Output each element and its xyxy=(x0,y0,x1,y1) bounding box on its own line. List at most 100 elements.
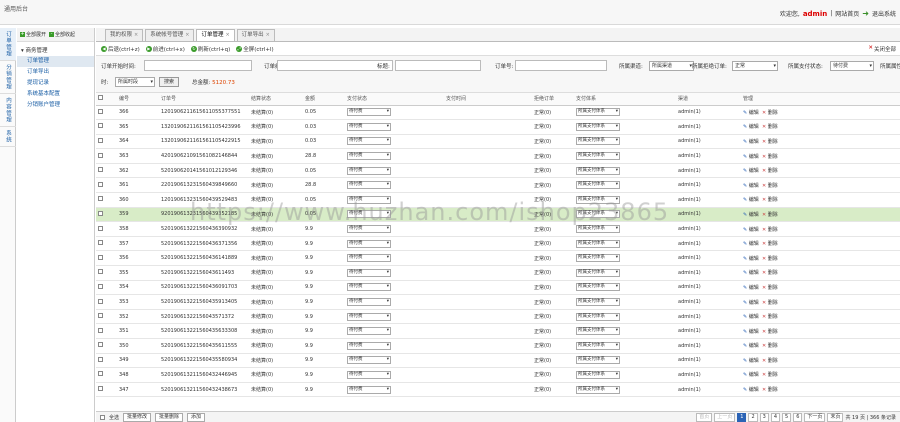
page-3[interactable]: 3 xyxy=(759,413,769,422)
edit-button[interactable]: ✎ 编辑 xyxy=(743,343,759,349)
pay-system-select[interactable]: 所属支付体系 xyxy=(576,195,620,204)
edit-button[interactable]: ✎ 编辑 xyxy=(743,358,759,364)
logout-icon[interactable]: ➜ xyxy=(862,9,869,18)
pay-system-select[interactable]: 所属支付体系 xyxy=(576,370,620,379)
edit-button[interactable]: ✎ 编辑 xyxy=(743,227,759,233)
table-row[interactable]: 348 52019061321156043244694​5 未结算(0) 9.9 待付费… xyxy=(96,367,900,383)
edit-button[interactable]: ✎ 编辑 xyxy=(743,139,759,145)
pay-system-select[interactable]: 所属支付体系 xyxy=(576,122,620,131)
table-row[interactable]: 359 92019061323156043935218​5 未结算(0) 0.05 待付… xyxy=(96,207,900,223)
batch-delete-button[interactable]: 批量删除 xyxy=(155,412,184,422)
table-row[interactable]: 364 13201906211615611054229​15 未结算(0) 0.03 待… xyxy=(96,134,900,150)
col-order-no[interactable]: 订单号 xyxy=(159,93,249,106)
pay-status-select[interactable]: 待付费 xyxy=(347,122,391,131)
table-row[interactable]: 361 22019061323156043984966​0 未结算(0) 28.8 待付… xyxy=(96,177,900,194)
pay-system-select[interactable]: 所属支付体系 xyxy=(576,181,620,190)
frozen-select[interactable]: 正常 xyxy=(732,61,778,71)
pay-system-select[interactable]: 所属支付体系 xyxy=(576,225,620,234)
pay-status-select[interactable]: 待付费 xyxy=(830,61,874,71)
refresh-button[interactable]: ↻ 刷新(ctrl+q) xyxy=(190,45,230,53)
col-settle[interactable]: 结算状态 xyxy=(249,93,303,106)
table-row[interactable]: 351 52019061322156043563330​8 未结算(0) 9.9 待付费… xyxy=(96,323,900,339)
edit-button[interactable]: ✎ 编辑 xyxy=(743,183,759,189)
pay-status-select[interactable]: 待付费 xyxy=(347,254,391,263)
table-row[interactable]: 35552019061322156043611493未结算(0)9.9待付费 正常… xyxy=(96,265,900,281)
tab-order-export[interactable]: 订单导出 × xyxy=(236,29,275,41)
time-select[interactable]: 所属时段 xyxy=(115,77,155,87)
table-row[interactable]: 350 52019061322156043561155​5 未结算(0) 9.9 待付费… xyxy=(96,338,900,354)
delete-button[interactable]: ✕ 删除 xyxy=(762,139,778,145)
delete-button[interactable]: ✕ 删除 xyxy=(762,300,778,306)
row-checkbox[interactable] xyxy=(98,123,103,129)
pay-status-select[interactable]: 待付费 xyxy=(347,108,391,117)
vtab-system[interactable]: 系统 xyxy=(0,127,16,147)
sidebar-item-order-manage[interactable]: 订单管理 xyxy=(17,56,94,67)
tab-close-icon[interactable]: × xyxy=(225,32,229,38)
pay-system-select[interactable]: 所属支付体系 xyxy=(576,312,620,321)
delete-button[interactable]: ✕ 删除 xyxy=(762,124,778,130)
pay-system-select[interactable]: 所属支付体系 xyxy=(576,137,620,146)
col-pay-status[interactable]: 支付状态 xyxy=(345,93,444,106)
edit-button[interactable]: ✎ 编辑 xyxy=(743,270,759,276)
pay-status-select[interactable]: 待付费 xyxy=(347,283,391,292)
table-row[interactable]: 360 12019061323156043952948​3 未结算(0) 0.05 待付… xyxy=(96,192,900,208)
row-checkbox[interactable] xyxy=(98,108,103,114)
delete-button[interactable]: ✕ 删除 xyxy=(762,387,778,393)
table-row[interactable]: 357 52019061322156043637135​6 未结算(0) 9.9 待付费… xyxy=(96,236,900,252)
delete-button[interactable]: ✕ 删除 xyxy=(762,183,778,189)
channel-select[interactable]: 所属渠道 xyxy=(649,61,694,71)
edit-button[interactable]: ✎ 编辑 xyxy=(743,241,759,247)
row-checkbox[interactable] xyxy=(98,254,103,260)
delete-button[interactable]: ✕ 删除 xyxy=(762,212,778,218)
page-4[interactable]: 4 xyxy=(770,413,781,422)
pay-system-select[interactable]: 所属支付体系 xyxy=(576,268,620,277)
table-row[interactable]: 347 52019061321156043243867​3 未结算(0) 9.9 待付费… xyxy=(96,382,900,398)
row-checkbox[interactable] xyxy=(98,167,103,173)
pay-status-select[interactable]: 待付费 xyxy=(347,385,391,394)
delete-button[interactable]: ✕ 删除 xyxy=(762,285,778,291)
order-end-input[interactable] xyxy=(277,60,393,71)
row-checkbox[interactable] xyxy=(98,210,103,216)
row-checkbox[interactable] xyxy=(98,342,103,348)
pay-system-select[interactable]: 所属支付体系 xyxy=(576,298,620,307)
edit-button[interactable]: ✎ 编辑 xyxy=(743,329,759,335)
pay-status-select[interactable]: 待付费 xyxy=(347,137,391,146)
site-home-link[interactable]: 网站首页 xyxy=(835,9,859,18)
back-button[interactable]: ◀ 后退(ctrl+z) xyxy=(101,45,140,53)
edit-button[interactable]: ✎ 编辑 xyxy=(743,212,759,218)
pay-status-select[interactable]: 待付费 xyxy=(347,341,391,350)
tab-my-permissions[interactable]: 我的权限 × xyxy=(105,29,144,41)
table-row[interactable]: 363 42019062109156108214684​4 未结算(0) 28.8 待付… xyxy=(96,148,900,164)
sidebar-group[interactable]: ▾ 商务管理 xyxy=(17,42,94,56)
pay-status-select[interactable]: 待付费 xyxy=(347,225,391,234)
row-checkbox[interactable] xyxy=(98,386,103,392)
last-page-button[interactable]: 末页 xyxy=(827,413,844,422)
table-row[interactable]: 358 52019061322156043639093​2 未结算(0) 9.9 待付费… xyxy=(96,221,900,237)
row-checkbox[interactable] xyxy=(98,137,103,143)
pay-system-select[interactable]: 所属支付体系 xyxy=(576,210,620,219)
edit-button[interactable]: ✎ 编辑 xyxy=(743,285,759,291)
delete-button[interactable]: ✕ 删除 xyxy=(762,110,778,116)
delete-button[interactable]: ✕ 删除 xyxy=(762,343,778,349)
page-1[interactable]: 1 xyxy=(737,413,747,422)
table-row[interactable]: 353 52019061322156043591340​5 未结算(0) 9.9 待付费… xyxy=(96,294,900,310)
edit-button[interactable]: ✎ 编辑 xyxy=(743,168,759,174)
pay-status-select[interactable]: 待付费 xyxy=(347,268,391,277)
pay-status-select[interactable]: 待付费 xyxy=(347,210,391,219)
col-pay-time[interactable]: 支付时间 xyxy=(444,93,532,106)
table-row[interactable]: 362 52019062014156101212934​6 未结算(0) 0.05 待付… xyxy=(96,163,900,179)
edit-button[interactable]: ✎ 编辑 xyxy=(743,256,759,262)
delete-button[interactable]: ✕ 删除 xyxy=(762,227,778,233)
delete-button[interactable]: ✕ 删除 xyxy=(762,372,778,378)
row-checkbox[interactable] xyxy=(98,196,103,202)
pay-system-select[interactable]: 所属支付体系 xyxy=(576,327,620,336)
pay-status-select[interactable]: 待付费 xyxy=(347,327,391,336)
pay-status-select[interactable]: 待付费 xyxy=(347,195,391,204)
next-page-button[interactable]: 下一页 xyxy=(804,413,826,422)
row-checkbox[interactable] xyxy=(98,313,103,319)
page-5[interactable]: 5 xyxy=(782,413,792,422)
sidebar-item-order-export[interactable]: 订单导出 xyxy=(17,67,94,78)
tab-system-accounts[interactable]: 系统帐号管理 × xyxy=(145,29,195,41)
col-channel[interactable]: 渠道 xyxy=(676,93,741,106)
pay-status-select[interactable]: 待付费 xyxy=(347,181,391,190)
